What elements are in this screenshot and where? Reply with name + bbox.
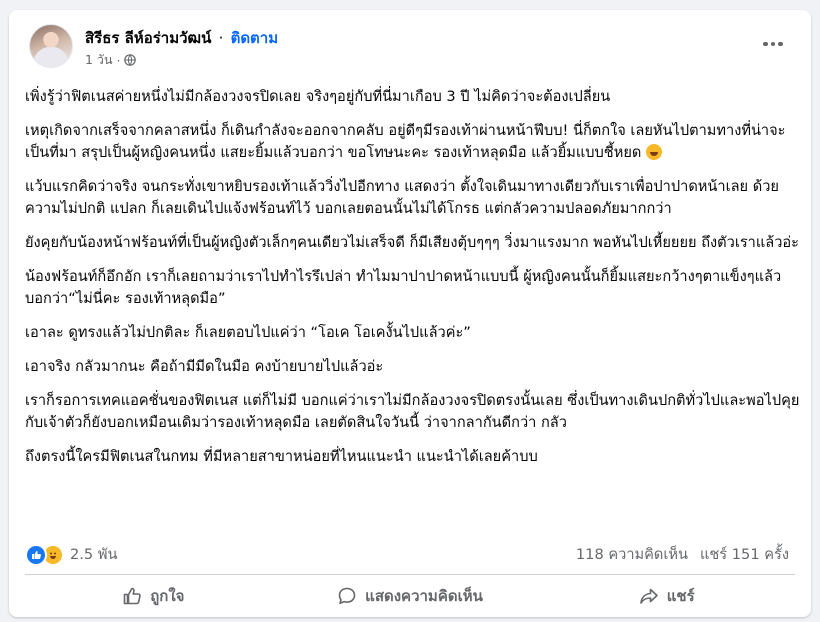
post-paragraph: น้องฟร้อนท์ก็อึกอัก เราก็เลยถามว่าเราไปท… — [25, 268, 782, 307]
like-button[interactable]: ถูกใจ — [25, 576, 282, 616]
post-paragraph: เอาจริง กลัวมากนะ คือถ้ามีมีดในมือ คงบ้า… — [25, 358, 384, 375]
reaction-count: 2.5 พัน — [70, 546, 118, 563]
post-paragraph: เอาละ ดูทรงแล้วไม่ปกติละ ก็เลยตอบไปแค่ว่… — [25, 324, 471, 341]
thumbs-up-icon — [123, 587, 141, 605]
more-dot-icon — [763, 41, 768, 47]
avatar[interactable] — [29, 24, 73, 68]
divider — [25, 574, 795, 575]
comment-icon — [338, 587, 356, 604]
comment-count[interactable]: 118 ความคิดเห็น — [576, 543, 688, 566]
comment-label: แสดงความคิดเห็น — [365, 587, 483, 605]
post-paragraph: แว้บแรกคิดว่าจริง จนกระทั่งเขาหยิบรองเท้… — [25, 178, 779, 217]
post-paragraph: ถึงตรงนี้ใครมีฟิตเนสในกทม ที่มีหลายสาขาห… — [25, 448, 538, 465]
share-arrow-icon — [639, 588, 658, 604]
more-dot-icon — [770, 41, 776, 47]
author-line: สิรีธร ลีห์อร่ามวัฒน์ · ติดตาม — [85, 26, 278, 50]
post-header: สิรีธร ลีห์อร่ามวัฒน์ · ติดตาม 1 วัน · — [25, 22, 795, 74]
globe-icon[interactable] — [124, 54, 137, 66]
post-paragraph: เพิ่งรู้ว่าฟิตเนสค่ายหนึ่งไม่มีกล้องวงจร… — [25, 88, 611, 105]
like-label: ถูกใจ — [150, 587, 185, 605]
post-paragraph: เหตุเกิดจากเสร็จจากคลาสหนึ่ง ก็เดินกำลัง… — [25, 120, 800, 164]
post-time[interactable]: 1 วัน — [85, 50, 113, 70]
follow-link[interactable]: ติดตาม — [231, 29, 279, 47]
meta-separator: · — [116, 52, 121, 68]
post-meta: 1 วัน · — [85, 50, 137, 70]
action-bar: ถูกใจ แสดงความคิดเห็น แชร์ — [25, 576, 795, 616]
laughing-emoji-icon — [646, 144, 662, 160]
comment-button[interactable]: แสดงความคิดเห็น — [282, 576, 539, 616]
post-paragraph: ยังคุยกับน้องหน้าฟร้อนท์ที่เป็นผู้หญิงตั… — [25, 234, 800, 251]
more-options-button[interactable] — [755, 30, 791, 58]
like-reaction-icon — [25, 543, 47, 566]
post-card: สิรีธร ลีห์อร่ามวัฒน์ · ติดตาม 1 วัน · เ… — [9, 10, 811, 617]
post-body: เพิ่งรู้ว่าฟิตเนสค่ายหนึ่งไม่มีกล้องวงจร… — [25, 86, 800, 480]
reaction-summary[interactable]: 2.5 พัน — [25, 543, 117, 566]
post-stats: 2.5 พัน 118 ความคิดเห็น แชร์ 151 ครั้ง — [25, 543, 795, 566]
post-paragraph-text: เหตุเกิดจากเสร็จจากคลาสหนึ่ง ก็เดินกำลัง… — [25, 122, 786, 161]
author-name[interactable]: สิรีธร ลีห์อร่ามวัฒน์ — [85, 29, 211, 47]
separator-dot: · — [218, 29, 224, 47]
share-button[interactable]: แชร์ — [538, 576, 795, 616]
post-paragraph: เราก็รอการเทคแอคชั่นของฟิตเนส แต่ก็ไม่มี… — [25, 392, 800, 431]
share-count[interactable]: แชร์ 151 ครั้ง — [700, 543, 789, 566]
more-dot-icon — [778, 41, 783, 47]
share-label: แชร์ — [666, 587, 695, 605]
engagement-counts: 118 ความคิดเห็น แชร์ 151 ครั้ง — [576, 543, 789, 566]
